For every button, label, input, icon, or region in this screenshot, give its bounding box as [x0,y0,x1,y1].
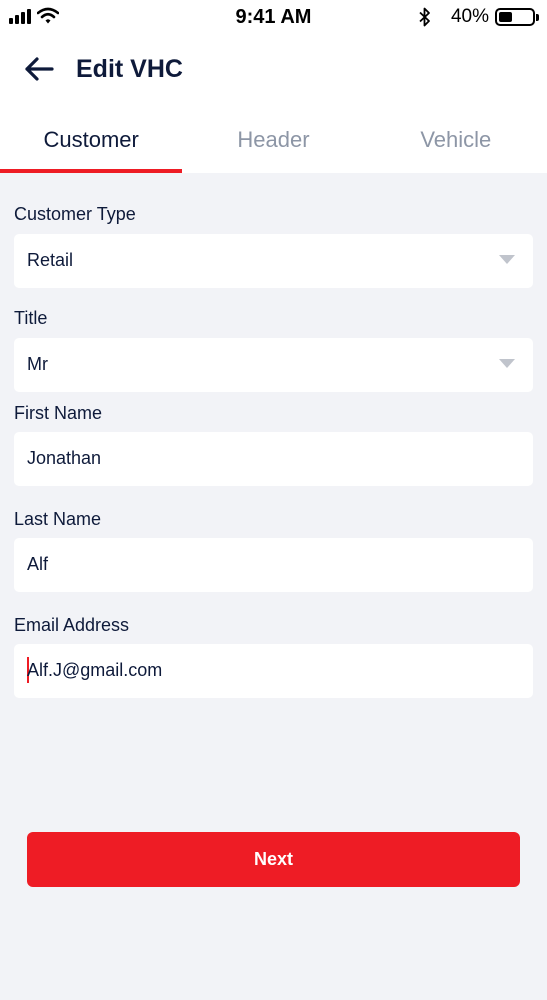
email-value: Alf.J@gmail.com [27,660,163,680]
arrow-left-icon[interactable] [22,52,56,86]
first-name-field[interactable]: Jonathan [14,432,533,486]
title-label: Title [14,308,48,328]
tab-customer[interactable]: Customer [0,118,183,173]
customer-type-value: Retail [27,250,74,270]
battery-fill [499,12,512,22]
status-right: 40% [419,6,539,28]
tab-bar: Customer Header Vehicle [0,118,547,173]
tab-vehicle[interactable]: Vehicle [365,118,547,173]
status-bar: 9:41 AM 40% [0,0,547,36]
last-name-value: Alf [27,554,49,574]
battery-nub [536,14,539,21]
nav-bar: Edit VHC [0,46,547,94]
customer-type-label: Customer Type [14,204,136,224]
customer-type-select[interactable]: Retail [14,234,533,288]
battery-percent: 40% [450,6,489,27]
email-field[interactable]: Alf.J@gmail.com [14,644,533,698]
last-name-label: Last Name [14,509,102,529]
title-select[interactable]: Mr [14,338,533,392]
first-name-value: Jonathan [27,448,102,468]
page-title: Edit VHC [76,55,183,83]
title-value: Mr [27,354,48,374]
next-button[interactable]: Next [27,832,520,887]
email-label: Email Address [14,615,130,635]
bluetooth-icon [419,7,430,27]
battery-icon [495,8,539,26]
first-name-label: First Name [14,403,103,423]
top-area: 9:41 AM 40% Edit VHC Customer Header Veh… [0,0,547,173]
last-name-field[interactable]: Alf [14,538,533,592]
dropdown-caret-icon [499,255,515,264]
dropdown-caret-icon [499,359,515,368]
tab-header[interactable]: Header [182,118,364,173]
